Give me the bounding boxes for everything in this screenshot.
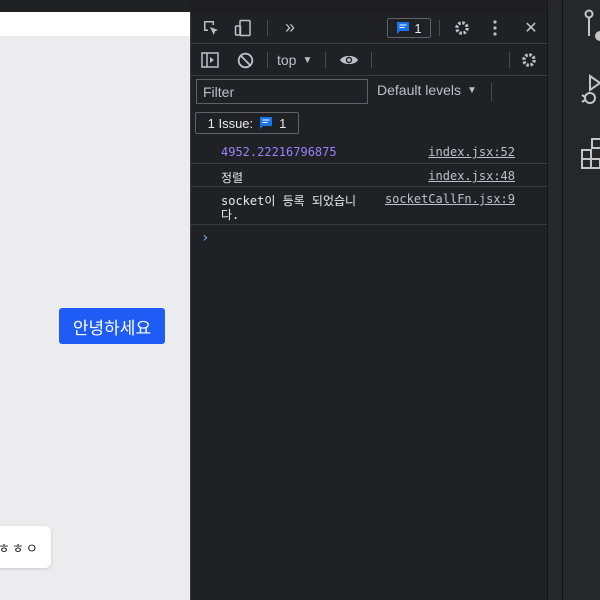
console-message-text: 4952.22216796875 — [221, 145, 337, 159]
page-viewport: 안녕하세요 ㅎㅎㅇ — [0, 12, 190, 600]
context-label: top — [277, 52, 297, 68]
console-message: 정렬 index.jsx:48 — [191, 164, 548, 187]
console-settings-gear-icon[interactable] — [518, 50, 540, 70]
log-levels-select[interactable]: Default levels ▼ — [377, 82, 477, 98]
log-levels-label: Default levels — [377, 82, 462, 98]
dropdown-arrow-icon: ▼ — [467, 84, 477, 96]
console-message-text: socket이 등록 되었습니 — [221, 194, 357, 208]
console-prompt[interactable]: › — [201, 230, 209, 246]
browser-top-strip — [0, 0, 190, 12]
toolbar-divider — [371, 52, 372, 68]
extensions-icon[interactable] — [580, 136, 600, 170]
eye-icon[interactable] — [337, 51, 361, 69]
console-message: 4952.22216796875 index.jsx:52 — [191, 140, 548, 164]
editor-activity-bar — [547, 0, 600, 600]
devtools-panel: » 1 ✕ top ▼ Default levels — [190, 12, 548, 600]
page-header-strip — [0, 12, 190, 36]
message-icon — [397, 22, 410, 34]
inspect-icon[interactable] — [201, 18, 221, 38]
source-control-icon[interactable] — [582, 8, 600, 44]
toolbar-divider — [439, 20, 440, 36]
toast-message: ㅎㅎㅇ — [0, 526, 51, 568]
more-tabs-icon[interactable]: » — [279, 16, 301, 38]
panel-divider — [562, 0, 563, 600]
console-messages-badge[interactable]: 1 — [387, 18, 431, 38]
hello-button[interactable]: 안녕하세요 — [59, 308, 165, 344]
devtools-toolbar: » 1 ✕ — [191, 12, 548, 44]
issue-message-icon — [260, 117, 273, 129]
filter-input[interactable] — [196, 79, 368, 104]
context-select[interactable]: top ▼ — [277, 51, 312, 69]
toolbar-divider — [491, 83, 492, 101]
console-messages: 4952.22216796875 index.jsx:52 정렬 index.j… — [191, 140, 548, 225]
toolbar-divider — [267, 20, 268, 36]
close-icon[interactable]: ✕ — [521, 17, 541, 39]
console-message-text-continued: 다. — [221, 208, 240, 222]
toolbar-divider — [267, 52, 268, 68]
device-toggle-icon[interactable] — [233, 18, 253, 38]
issues-button[interactable]: 1 Issue: 1 — [195, 112, 299, 134]
source-link[interactable]: socketCallFn.jsx:9 — [385, 192, 515, 206]
toolbar-divider — [509, 52, 510, 68]
messages-count: 1 — [414, 20, 422, 36]
gear-icon[interactable] — [451, 17, 473, 39]
dropdown-arrow-icon: ▼ — [302, 54, 313, 66]
source-link[interactable]: index.jsx:52 — [428, 145, 515, 159]
clear-console-icon[interactable] — [235, 51, 255, 69]
console-toolbar — [191, 44, 548, 76]
issues-count: 1 — [279, 115, 287, 131]
console-message: socket이 등록 되었습니 다. socketCallFn.jsx:9 — [191, 187, 548, 225]
sidebar-toggle-icon[interactable] — [200, 51, 220, 69]
issues-label: 1 Issue: — [207, 115, 254, 131]
console-message-text: 정렬 — [221, 171, 244, 185]
toolbar-divider — [325, 52, 326, 68]
kebab-menu-icon[interactable] — [485, 17, 505, 39]
source-link[interactable]: index.jsx:48 — [428, 169, 515, 183]
run-debug-icon[interactable] — [578, 74, 600, 108]
